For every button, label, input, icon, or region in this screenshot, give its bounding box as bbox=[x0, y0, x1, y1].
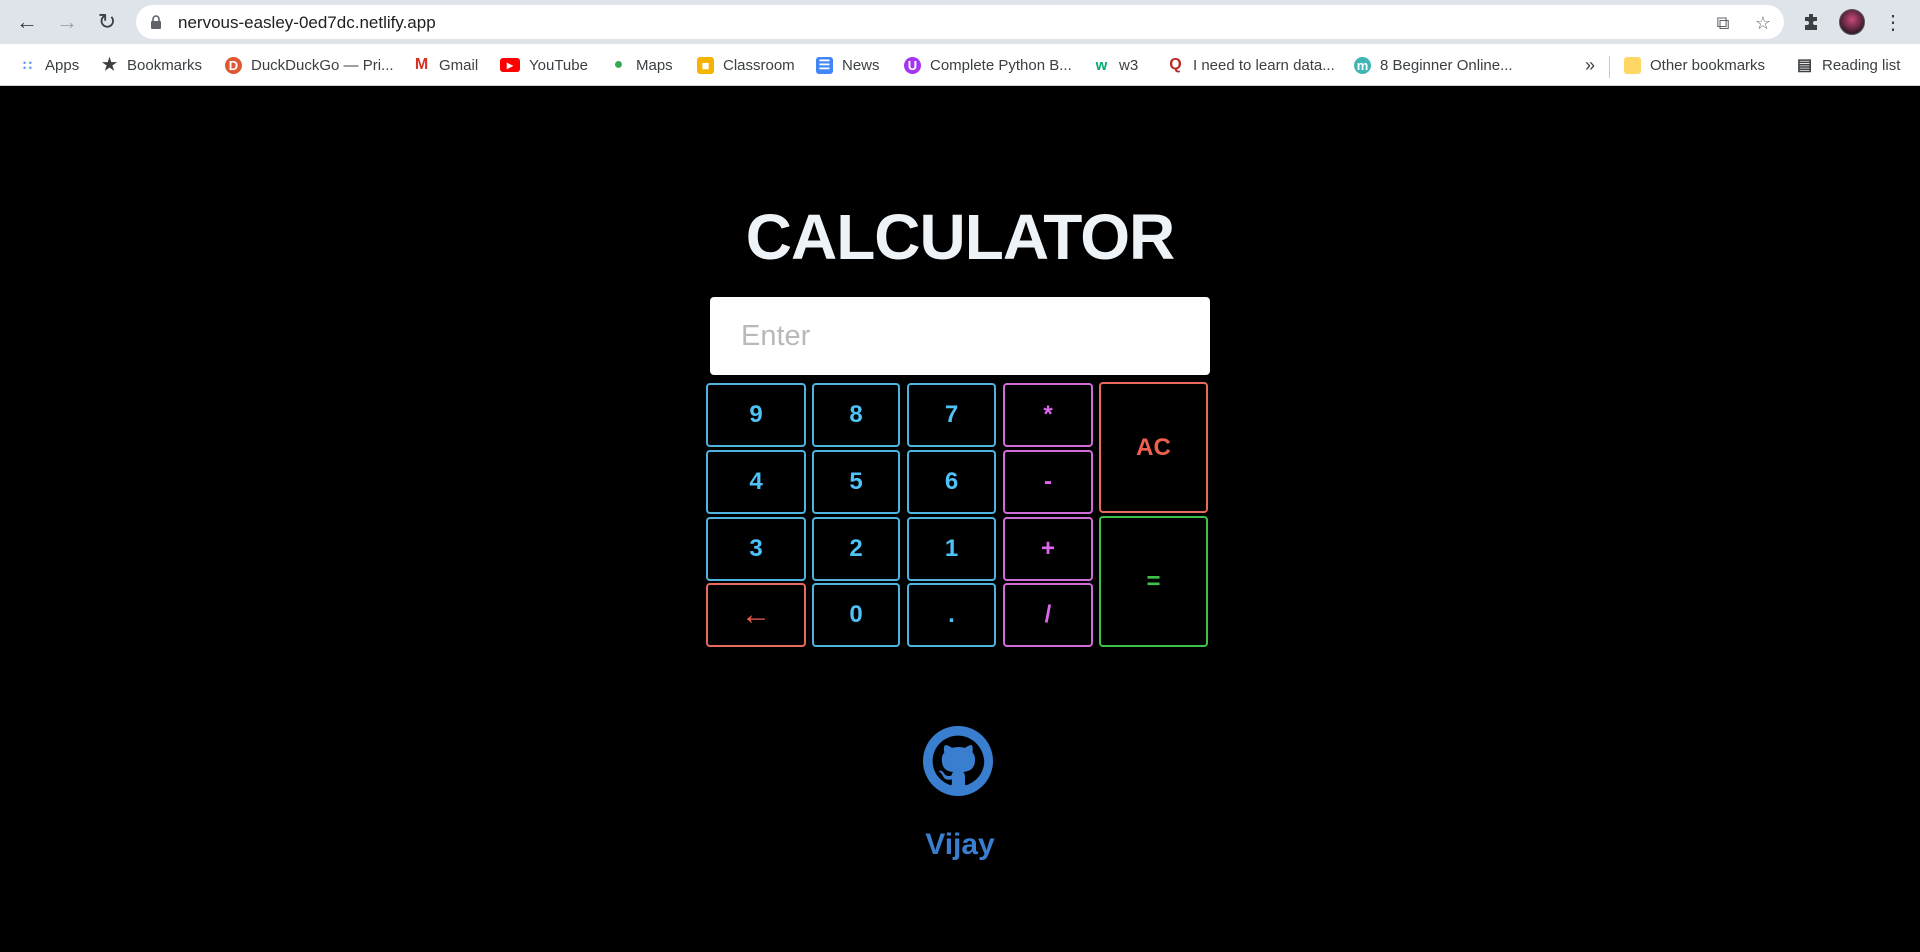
back-arrow-icon[interactable]: ← bbox=[12, 7, 42, 37]
bookmark-label: 8 Beginner Online... bbox=[1380, 56, 1513, 74]
bookmark-python[interactable]: U Complete Python B... bbox=[904, 53, 1072, 77]
menu-dots-icon[interactable]: ⋮ bbox=[1881, 10, 1905, 34]
all-clear-button[interactable]: AC bbox=[1099, 382, 1208, 513]
forward-arrow-icon[interactable]: → bbox=[52, 7, 82, 37]
w3-icon: w bbox=[1095, 56, 1108, 74]
page-title: CALCULATOR bbox=[745, 201, 1175, 273]
backspace-button[interactable]: ← bbox=[706, 583, 806, 647]
key-2-button[interactable]: 2 bbox=[812, 517, 900, 581]
divide-button[interactable]: / bbox=[1003, 583, 1093, 647]
folder-icon bbox=[1624, 56, 1641, 74]
udemy-icon: U bbox=[904, 56, 921, 74]
bookmark-label: Complete Python B... bbox=[930, 56, 1072, 74]
key-0-button[interactable]: 0 bbox=[812, 583, 900, 647]
key-8-button[interactable]: 8 bbox=[812, 383, 900, 447]
medium-icon: m bbox=[1354, 56, 1371, 74]
bookmark-label: DuckDuckGo — Pri... bbox=[251, 56, 394, 74]
bookmarks-bar: ∷ Apps ★ Bookmarks D DuckDuckGo — Pri...… bbox=[0, 44, 1920, 86]
bookmark-label: I need to learn data... bbox=[1193, 56, 1335, 74]
reading-list-button[interactable]: ▤ Reading list bbox=[1796, 53, 1900, 77]
key-6-button[interactable]: 6 bbox=[907, 450, 996, 514]
key-9-button[interactable]: 9 bbox=[706, 383, 806, 447]
extensions-icon[interactable] bbox=[1800, 10, 1824, 34]
multiply-button[interactable]: * bbox=[1003, 383, 1093, 447]
bookmark-label: Classroom bbox=[723, 56, 795, 74]
bookmark-quora[interactable]: Q I need to learn data... bbox=[1167, 53, 1335, 77]
author-link[interactable]: Vijay bbox=[0, 828, 1920, 862]
classroom-icon: ■ bbox=[697, 56, 714, 74]
profile-avatar[interactable] bbox=[1839, 9, 1865, 35]
bookmark-duckduckgo[interactable]: D DuckDuckGo — Pri... bbox=[225, 53, 394, 77]
bookmark-label: Maps bbox=[636, 56, 673, 74]
youtube-icon: ▶ bbox=[500, 58, 520, 72]
bookmark-label: Apps bbox=[45, 56, 80, 74]
bookmark-bookmarks[interactable]: ★ Bookmarks bbox=[101, 53, 202, 77]
key-3-button[interactable]: 3 bbox=[706, 517, 806, 581]
bookmark-news[interactable]: ☰ News bbox=[816, 53, 880, 77]
bookmark-label: Other bookmarks bbox=[1650, 56, 1766, 74]
bookmark-beginner-online[interactable]: m 8 Beginner Online... bbox=[1354, 53, 1513, 77]
key-1-button[interactable]: 1 bbox=[907, 517, 996, 581]
star-icon[interactable]: ☆ bbox=[1752, 12, 1774, 34]
subtract-button[interactable]: - bbox=[1003, 450, 1093, 514]
calculator-display-input[interactable] bbox=[710, 297, 1210, 375]
lock-icon bbox=[151, 15, 161, 29]
star-filled-icon: ★ bbox=[101, 55, 118, 74]
bookmark-label: w3 bbox=[1119, 56, 1139, 74]
equals-button[interactable]: = bbox=[1099, 516, 1208, 647]
reload-icon[interactable]: ↻ bbox=[92, 7, 122, 37]
apps-grid-icon: ∷ bbox=[23, 56, 32, 73]
quora-icon: Q bbox=[1169, 56, 1182, 73]
share-icon[interactable]: ⧉ bbox=[1712, 12, 1734, 34]
browser-chrome: ← → ↻ nervous-easley-0ed7dc.netlify.app … bbox=[0, 0, 1920, 86]
bookmark-maps[interactable]: ● Maps bbox=[610, 53, 673, 77]
bookmark-w3[interactable]: w w3 bbox=[1093, 53, 1139, 77]
reading-list-icon: ▤ bbox=[1796, 57, 1813, 74]
bookmark-label: YouTube bbox=[529, 56, 588, 74]
key-7-button[interactable]: 7 bbox=[907, 383, 996, 447]
bookmark-label: News bbox=[842, 56, 880, 74]
github-icon[interactable] bbox=[923, 726, 993, 796]
key-5-button[interactable]: 5 bbox=[812, 450, 900, 514]
bookmark-other-bookmarks[interactable]: Other bookmarks bbox=[1624, 53, 1765, 77]
bookmark-apps[interactable]: ∷ Apps bbox=[19, 53, 79, 77]
address-bar[interactable]: nervous-easley-0ed7dc.netlify.app ⧉ ☆ bbox=[136, 5, 1784, 39]
news-icon: ☰ bbox=[816, 56, 833, 74]
bookmark-gmail[interactable]: M Gmail bbox=[413, 53, 478, 77]
reading-list-label: Reading list bbox=[1822, 56, 1901, 74]
duckduckgo-icon: D bbox=[225, 56, 242, 74]
url-text: nervous-easley-0ed7dc.netlify.app bbox=[178, 13, 436, 32]
bookmark-classroom[interactable]: ■ Classroom bbox=[697, 53, 795, 77]
add-button[interactable]: + bbox=[1003, 517, 1093, 581]
maps-pin-icon: ● bbox=[613, 56, 624, 73]
browser-toolbar: ← → ↻ nervous-easley-0ed7dc.netlify.app … bbox=[0, 0, 1920, 44]
key-4-button[interactable]: 4 bbox=[706, 450, 806, 514]
bookmark-label: Bookmarks bbox=[127, 56, 203, 74]
bookmark-youtube[interactable]: ▶ YouTube bbox=[500, 53, 588, 77]
decimal-button[interactable]: . bbox=[907, 583, 996, 647]
gmail-icon: M bbox=[414, 56, 429, 73]
bookmarks-overflow-chevron-icon[interactable]: » bbox=[1585, 53, 1595, 77]
bookmarks-divider bbox=[1609, 56, 1610, 78]
bookmark-label: Gmail bbox=[439, 56, 479, 74]
